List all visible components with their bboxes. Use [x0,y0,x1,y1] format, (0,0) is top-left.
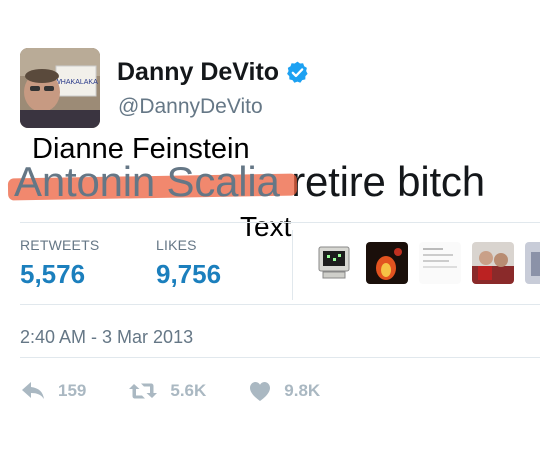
divider [20,222,540,223]
liker-avatar-fire[interactable] [366,242,408,284]
liker-avatar-text[interactable] [419,242,461,284]
user-handle[interactable]: @DannyDeVito [118,95,263,119]
retweet-button[interactable]: 5.6K [128,380,206,402]
retweets-value: 5,576 [20,259,86,289]
liker-avatar-computer[interactable] [313,242,355,284]
reply-icon [22,382,44,399]
divider [20,304,540,305]
heart-icon [250,382,271,401]
profile-avatar[interactable]: WHAKALAKA [20,48,100,128]
retweet-count: 5.6K [170,381,207,400]
tweet-timestamp[interactable]: 2:40 AM - 3 Mar 2013 [20,327,193,348]
overlay-caption-middle: Text [240,211,292,242]
overlay-caption-top: Dianne Feinstein [32,133,250,165]
user-name[interactable]: Danny DeVito [117,58,310,87]
retweets-stat[interactable]: RETWEETS 5,576 [20,237,99,290]
retweet-icon [129,383,158,399]
user-name-text: Danny DeVito [117,58,280,86]
likes-value: 9,756 [156,259,222,289]
divider [20,357,540,358]
tweet-actions: 159 5.6K 9.8K [20,380,362,402]
verified-badge-icon [287,61,308,83]
likes-label: LIKES [156,237,197,253]
stats-divider [292,230,293,300]
reply-button[interactable]: 159 [20,380,86,402]
tweet-main-text: retire bitch [291,158,485,205]
liker-avatar-people[interactable] [472,242,514,284]
liker-avatar-room[interactable] [525,242,540,284]
like-button[interactable]: 9.8K [248,380,320,402]
likes-stat[interactable]: LIKES 9,756 [156,237,221,290]
retweets-label: RETWEETS [20,237,100,253]
liker-avatars [313,242,540,284]
avatar-sign-text: WHAKALAKA [54,79,98,86]
like-count: 9.8K [284,381,321,400]
reply-count: 159 [58,381,87,400]
